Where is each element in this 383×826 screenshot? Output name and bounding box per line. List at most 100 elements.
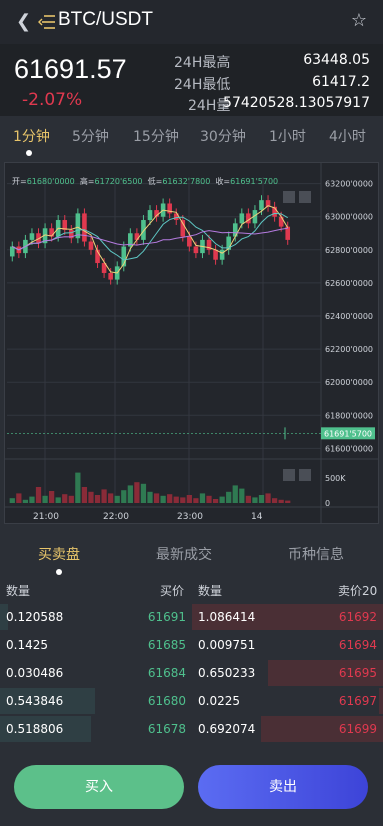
y-tick-label: 61600'0000 xyxy=(325,444,373,453)
stat-volume-value: 57420528.13057917 xyxy=(223,95,370,111)
ask-row[interactable]: 0.692074 61699 xyxy=(192,716,383,742)
bid-row[interactable]: 0.543846 61680 xyxy=(0,688,190,714)
volume-bar xyxy=(9,498,15,503)
volume-bar xyxy=(153,493,160,503)
ask-qty: 0.692074 xyxy=(198,722,256,736)
bid-row[interactable]: 0.1425 61685 xyxy=(0,632,190,658)
ohlc-close-label: 收= xyxy=(215,177,231,186)
volume-bar xyxy=(134,482,140,503)
volume-bar xyxy=(108,493,114,503)
y-tick-label: 62800'0000 xyxy=(325,246,373,255)
volume-bar xyxy=(245,495,251,503)
tab-coin-info[interactable]: 币种信息 xyxy=(288,544,344,564)
chart-control-icon xyxy=(299,191,311,203)
tab-orderbook[interactable]: 买卖盘 xyxy=(38,544,80,564)
bid-row[interactable]: 0.030486 61684 xyxy=(0,660,190,686)
ask-price: 61694 xyxy=(338,638,377,652)
ask-row[interactable]: 0.009751 61694 xyxy=(192,632,383,658)
bid-row[interactable]: 0.518806 61678 xyxy=(0,716,190,742)
volume-bar xyxy=(140,483,147,503)
volume-bar xyxy=(29,496,35,503)
tab-5m[interactable]: 5分钟 xyxy=(72,126,109,146)
volume-bar xyxy=(265,493,271,503)
stat-low-value: 61417.2 xyxy=(312,74,370,90)
pair-title[interactable]: BTC/USDT xyxy=(58,9,153,31)
bid-price: 61685 xyxy=(147,638,186,652)
bid-qty: 0.543846 xyxy=(6,694,64,708)
volume-bar xyxy=(252,497,258,503)
ask-price: 61692 xyxy=(338,610,377,624)
volume-bar xyxy=(232,485,238,503)
ask-row[interactable]: 0.0225 61697 xyxy=(192,688,383,714)
tab-1h[interactable]: 1小时 xyxy=(269,126,306,146)
kline-chart-svg[interactable]: 63200'0000 63000'0000 62800'0000 62600'0000… xyxy=(5,163,378,523)
ask-qty: 0.009751 xyxy=(198,638,256,652)
volume-bar xyxy=(16,493,22,503)
volume-bar xyxy=(94,495,101,503)
ask-price: 61695 xyxy=(338,666,377,680)
volume-bar xyxy=(62,494,68,503)
stat-high-label: 24H最高 xyxy=(174,55,231,71)
bid-qty: 0.518806 xyxy=(6,722,64,736)
bid-qty: 0.1425 xyxy=(6,638,48,652)
tab-1m[interactable]: 1分钟 xyxy=(13,126,50,146)
volume-bar xyxy=(186,495,192,503)
ohlc-high: 61720'6500 xyxy=(94,177,143,186)
volume-bar xyxy=(258,495,265,503)
tab-30m[interactable]: 30分钟 xyxy=(200,126,246,146)
timeframe-tabs: 1分钟 5分钟 15分钟 30分钟 1小时 4小时 xyxy=(0,122,383,158)
candle-body xyxy=(141,220,146,240)
ask-row[interactable]: 1.086414 61692 xyxy=(192,604,383,630)
volume-bar xyxy=(271,498,278,503)
ohlc-high-label: 高= xyxy=(79,177,95,186)
ask-qty: 0.0225 xyxy=(198,694,240,708)
volume-bar xyxy=(22,499,29,503)
volume-bar xyxy=(35,487,42,503)
volume-bar xyxy=(226,491,232,503)
volume-bar xyxy=(42,495,48,503)
candle-body xyxy=(278,216,284,227)
ask-price: 61697 xyxy=(338,694,377,708)
ob-ask-price-header: 卖价20 xyxy=(338,584,378,598)
y-tick-label: 62200'0000 xyxy=(325,345,373,354)
last-price: 61691.57 xyxy=(14,54,127,84)
bid-qty: 0.120588 xyxy=(6,610,64,624)
price-change: -2.07% xyxy=(22,90,83,110)
volume-bar xyxy=(81,487,88,503)
volume-bar xyxy=(206,495,212,503)
ask-row[interactable]: 0.650233 61695 xyxy=(192,660,383,686)
chart-control-icon xyxy=(283,469,295,481)
bid-row[interactable]: 0.120588 61691 xyxy=(0,604,190,630)
sell-button[interactable]: 卖出 xyxy=(198,765,368,809)
y-tick-label: 63000'0000 xyxy=(325,213,373,222)
candle-body xyxy=(193,246,199,254)
x-tick-label: 22:00 xyxy=(103,512,129,522)
favorite-star-icon[interactable]: ☆ xyxy=(351,10,367,31)
tab-4h[interactable]: 4小时 xyxy=(329,126,366,146)
y-tick-label: 63200'0000 xyxy=(325,180,373,189)
candle-body xyxy=(29,233,35,240)
candle-body xyxy=(259,200,264,211)
volume-bar xyxy=(121,490,127,503)
ob-bid-price-header: 买价 xyxy=(160,584,185,598)
chart-control-icon xyxy=(283,191,295,203)
chart-control-icon xyxy=(299,469,311,481)
candle-body xyxy=(88,241,94,250)
menu-icon[interactable] xyxy=(38,14,56,30)
volume-bar xyxy=(285,500,291,503)
volume-bar xyxy=(127,485,133,503)
x-tick-label: 21:00 xyxy=(33,512,59,522)
volume-bar xyxy=(114,495,120,503)
tab-latest-trades[interactable]: 最新成交 xyxy=(156,544,212,564)
tab-15m[interactable]: 15分钟 xyxy=(133,126,179,146)
back-arrow-icon[interactable]: ❮ xyxy=(16,12,31,32)
volume-bar xyxy=(101,489,107,503)
ask-depth-bar xyxy=(379,688,383,714)
ask-price: 61699 xyxy=(338,722,377,736)
kline-chart[interactable]: 63200'0000 63000'0000 62800'0000 62600'0000… xyxy=(4,162,379,524)
volume-bar xyxy=(278,499,284,503)
volume-bar xyxy=(49,491,55,503)
volume-bar xyxy=(167,494,173,503)
buy-button[interactable]: 买入 xyxy=(14,765,184,809)
volume-bar xyxy=(212,499,219,503)
